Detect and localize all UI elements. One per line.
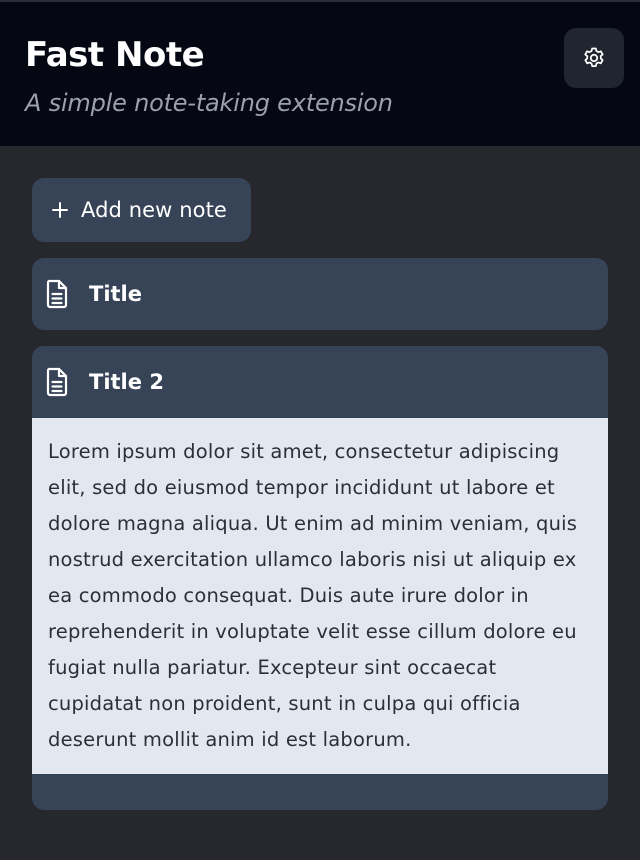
- document-icon: [44, 278, 70, 310]
- note-title: Title 2: [89, 370, 164, 394]
- note-header[interactable]: Title 2: [32, 346, 608, 418]
- note-title: Title: [89, 282, 143, 306]
- add-note-label: Add new note: [81, 198, 227, 222]
- header: Fast Note A simple note-taking extension: [0, 0, 640, 146]
- app-title: Fast Note: [25, 35, 205, 75]
- document-icon: [44, 366, 70, 398]
- settings-button[interactable]: [564, 28, 624, 88]
- app-window: Fast Note A simple note-taking extension…: [0, 0, 640, 860]
- note-item: Title: [32, 258, 608, 330]
- note-header[interactable]: Title: [32, 258, 608, 330]
- note-item: Title 2 Lorem ipsum dolor sit amet, cons…: [32, 346, 608, 810]
- note-body[interactable]: Lorem ipsum dolor sit amet, consectetur …: [32, 418, 608, 774]
- app-subtitle: A simple note-taking extension: [25, 89, 393, 117]
- add-note-button[interactable]: Add new note: [32, 178, 251, 242]
- gear-icon: [581, 45, 607, 71]
- plus-icon: [50, 200, 70, 220]
